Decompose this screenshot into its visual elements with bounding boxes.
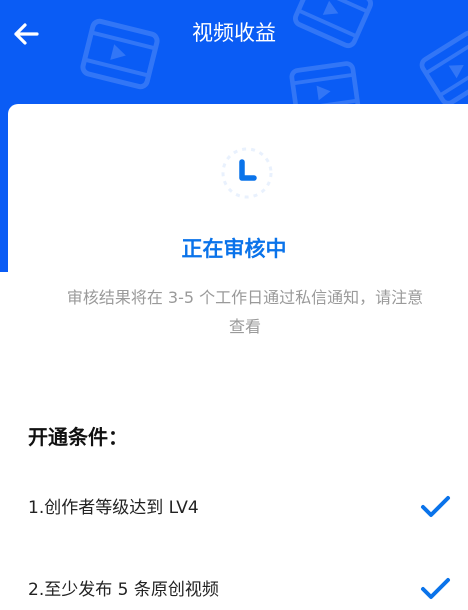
- conditions-heading: 开通条件：: [28, 425, 128, 449]
- reviewing-hourglass-icon: [221, 147, 273, 199]
- condition-item: 1.创作者等级达到 LV4: [0, 490, 468, 526]
- checkmark-icon: [421, 496, 450, 517]
- page-title: 视频收益: [192, 21, 276, 45]
- condition-item: 2.至少发布 5 条原创视频: [0, 572, 468, 608]
- status-description: 审核结果将在 3-5 个工作日通过私信通知，请注意查看: [66, 288, 424, 336]
- condition-text: 2.至少发布 5 条原创视频: [28, 580, 219, 600]
- checkmark-icon: [421, 578, 450, 599]
- condition-text: 1.创作者等级达到 LV4: [28, 498, 199, 518]
- status-title: 正在审核中: [181, 237, 287, 261]
